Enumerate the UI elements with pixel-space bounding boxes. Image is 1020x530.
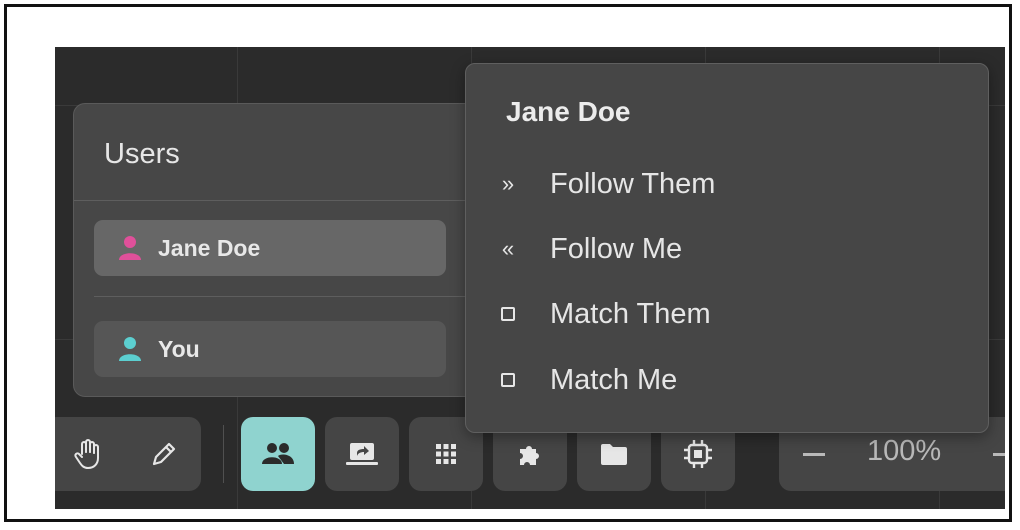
puzzle-icon bbox=[520, 446, 539, 465]
user-name: Jane Doe bbox=[158, 234, 261, 261]
hand-icon bbox=[74, 439, 99, 469]
menu-item-label: Match Me bbox=[550, 363, 678, 396]
menu-item-follow-me[interactable]: « Follow Me bbox=[496, 229, 682, 269]
user-context-menu: Jane Doe » Follow Them « Follow Me Match… bbox=[465, 63, 989, 433]
users-panel: Users Jane Doe You bbox=[73, 103, 483, 397]
menu-item-match-me[interactable]: Match Me bbox=[496, 360, 677, 400]
user-name: You bbox=[158, 335, 200, 362]
menu-item-label: Follow Them bbox=[550, 167, 716, 200]
toolbar-separator bbox=[223, 425, 224, 483]
chip-icon bbox=[684, 440, 712, 468]
menu-item-follow-them[interactable]: » Follow Them bbox=[496, 164, 716, 204]
hand-tool-button[interactable] bbox=[55, 417, 125, 491]
users-icon bbox=[262, 443, 294, 464]
user-row-you[interactable]: You bbox=[94, 321, 446, 377]
users-panel-title: Users bbox=[104, 138, 180, 170]
folder-icon bbox=[601, 444, 627, 465]
pencil-icon bbox=[152, 442, 176, 466]
person-icon bbox=[119, 337, 141, 361]
divider bbox=[74, 200, 482, 201]
checkbox-icon[interactable] bbox=[501, 373, 515, 387]
menu-item-label: Follow Me bbox=[550, 232, 683, 265]
zoom-out-button[interactable] bbox=[803, 453, 825, 456]
window-frame: Users Jane Doe You 100% Jane Doe » Follo… bbox=[4, 4, 1012, 522]
context-menu-title: Jane Doe bbox=[506, 96, 631, 127]
users-tool-button[interactable] bbox=[241, 417, 315, 491]
follow-them-icon: » bbox=[501, 171, 515, 196]
workspace-canvas[interactable]: Users Jane Doe You 100% Jane Doe » Follo… bbox=[55, 47, 1005, 509]
divider bbox=[94, 296, 482, 297]
share-screen-button[interactable] bbox=[325, 417, 399, 491]
zoom-level: 100% bbox=[867, 435, 942, 467]
follow-me-icon: « bbox=[501, 236, 515, 261]
share-screen-icon bbox=[346, 443, 378, 465]
checkbox-icon[interactable] bbox=[501, 307, 515, 321]
menu-item-match-them[interactable]: Match Them bbox=[496, 294, 711, 334]
person-icon bbox=[119, 236, 141, 260]
user-row-jane-doe[interactable]: Jane Doe bbox=[94, 220, 446, 276]
pencil-tool-button[interactable] bbox=[127, 417, 201, 491]
grid-icon bbox=[436, 444, 456, 464]
menu-item-label: Match Them bbox=[550, 297, 711, 330]
zoom-in-button[interactable] bbox=[993, 453, 1005, 456]
